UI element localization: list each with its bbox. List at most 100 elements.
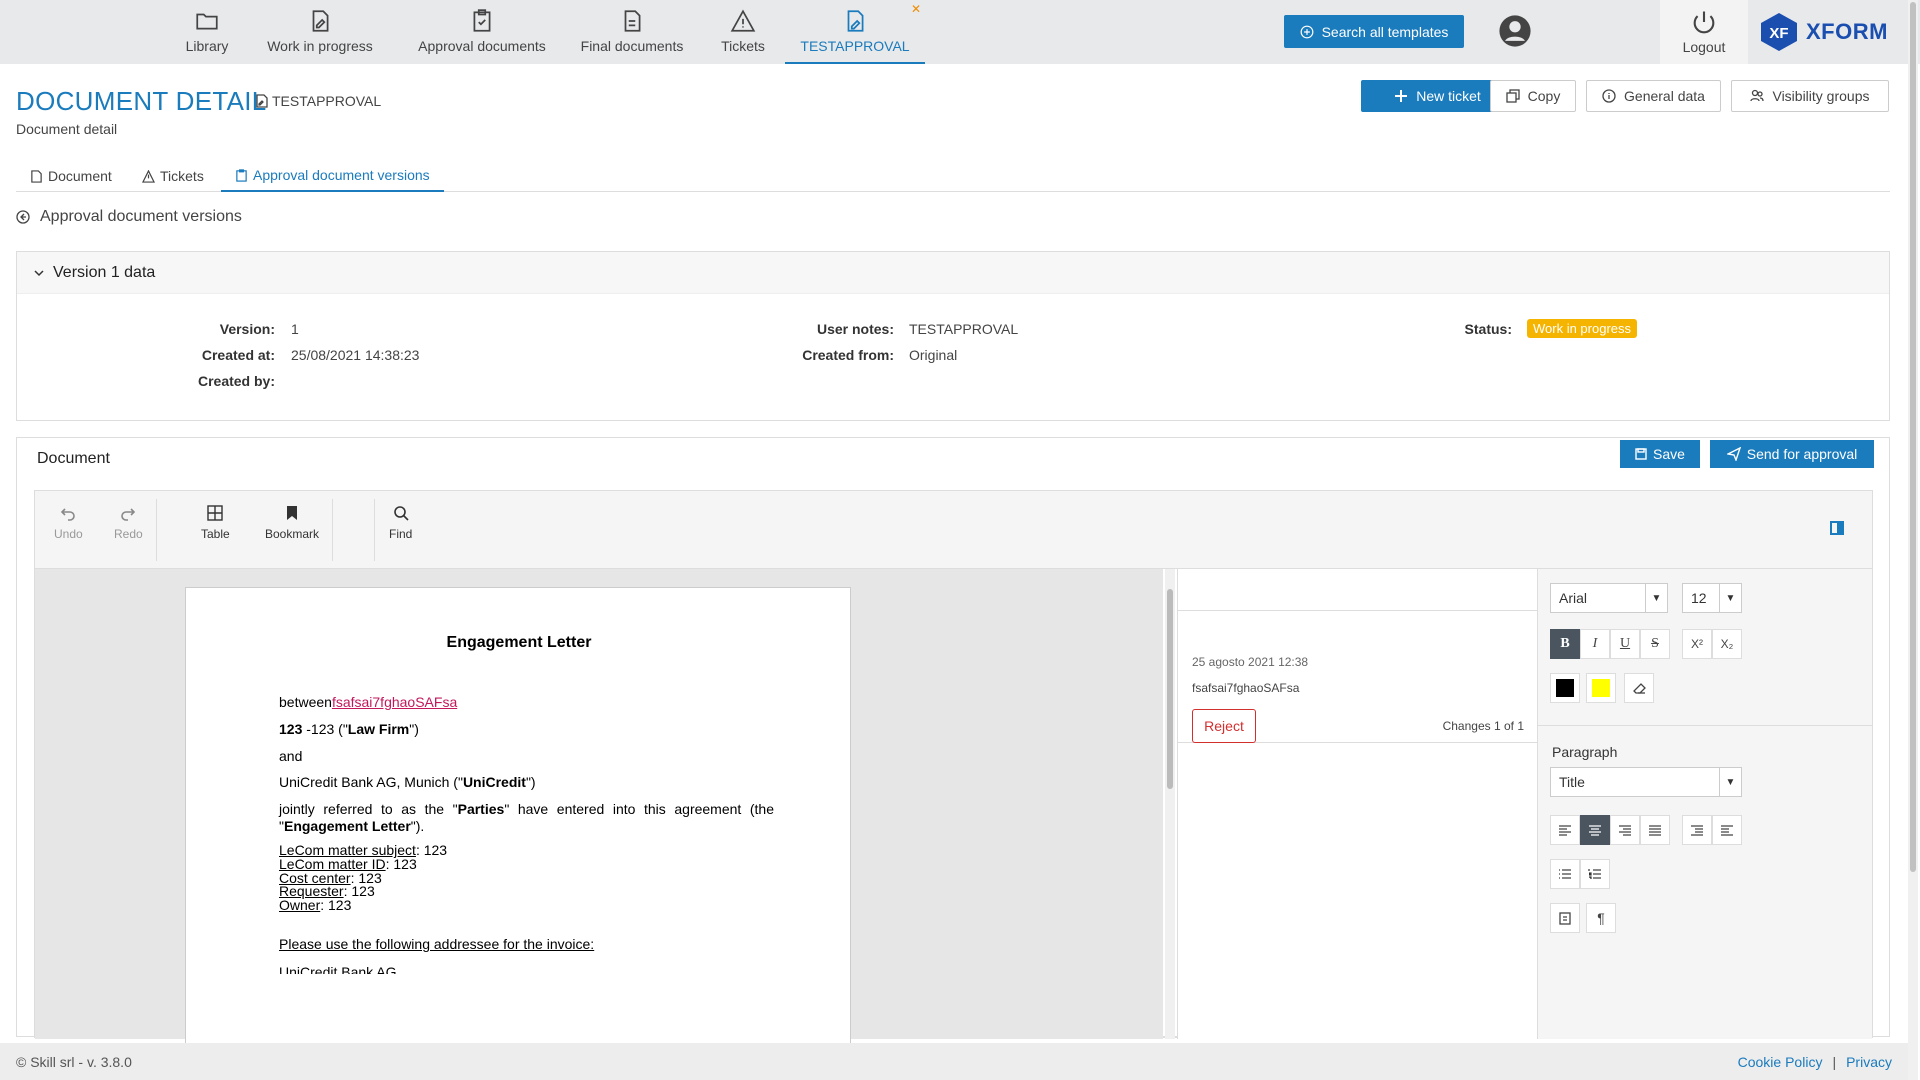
- nav-work-in-progress[interactable]: Work in progress: [263, 0, 377, 64]
- close-tab-icon[interactable]: ✕: [911, 2, 921, 16]
- highlight-color-swatch: [1592, 679, 1610, 697]
- canvas-scrollbar[interactable]: [1165, 569, 1175, 1039]
- footer: © Skill srl - v. 3.8.0 Cookie Policy | P…: [0, 1043, 1908, 1080]
- toggle-properties-pane-icon[interactable]: [1830, 521, 1844, 535]
- clear-format-button[interactable]: [1624, 673, 1654, 703]
- numbered-list-icon: [1588, 869, 1601, 879]
- document-panel-title: Document: [37, 450, 110, 467]
- font-family-select[interactable]: Arial ▼: [1550, 583, 1668, 613]
- page-subtitle: Document detail: [16, 121, 118, 137]
- table-button[interactable]: Table: [201, 505, 230, 541]
- paragraph-label: Paragraph: [1552, 744, 1618, 760]
- show-formatting-button[interactable]: ¶: [1586, 903, 1616, 933]
- numbered-list-button[interactable]: [1580, 859, 1610, 889]
- bookmark-icon: [287, 506, 298, 520]
- bullet-list-button[interactable]: [1550, 859, 1580, 889]
- indent-icon: [1721, 825, 1733, 836]
- warning-icon: [142, 169, 155, 183]
- change-card[interactable]: 25 agosto 2021 12:38 fsafsai7fghaoSAFsa …: [1178, 611, 1538, 743]
- strikethrough-button[interactable]: S: [1640, 629, 1670, 659]
- plus-circle-icon: [1300, 25, 1313, 38]
- format-properties-pane: Arial ▼ 12 ▼ B I U S X² X₂ Paragraph Tit…: [1537, 569, 1873, 1039]
- detail-tabs: Document Tickets Approval document versi…: [16, 160, 1890, 192]
- search-all-templates-button[interactable]: Search all templates: [1284, 15, 1464, 48]
- visibility-groups-button[interactable]: Visibility groups: [1731, 80, 1889, 112]
- nav-tickets[interactable]: Tickets: [718, 0, 768, 64]
- save-icon: [1635, 448, 1647, 460]
- document-panel: Document Save Send for approval Undo Red…: [16, 437, 1890, 1047]
- font-size-select[interactable]: 12 ▼: [1682, 583, 1742, 613]
- clipboard-icon: [236, 168, 247, 182]
- align-right-icon: [1619, 825, 1631, 836]
- paste-format-button[interactable]: [1550, 903, 1580, 933]
- document-name: TESTAPPROVAL: [256, 93, 381, 109]
- outdent-icon: [1691, 825, 1703, 836]
- chevron-down-icon: [34, 269, 44, 276]
- align-left-icon: [1559, 825, 1571, 836]
- tab-approval-document-versions[interactable]: Approval document versions: [221, 160, 444, 192]
- user-notes-value: TESTAPPROVAL: [909, 321, 1019, 337]
- align-center-button[interactable]: [1580, 815, 1610, 845]
- undo-button[interactable]: Undo: [54, 505, 83, 541]
- bookmark-button[interactable]: Bookmark: [265, 505, 319, 541]
- status-badge: Work in progress: [1527, 319, 1638, 338]
- chevron-down-icon: ▼: [1719, 768, 1741, 796]
- edit-document-icon: [312, 10, 329, 32]
- change-date: 25 agosto 2021 12:38: [1192, 655, 1309, 669]
- font-color-picker[interactable]: [1550, 673, 1580, 703]
- align-left-button[interactable]: [1550, 815, 1580, 845]
- save-button[interactable]: Save: [1620, 440, 1700, 468]
- tab-tickets[interactable]: Tickets: [128, 160, 218, 192]
- italic-button[interactable]: I: [1580, 629, 1610, 659]
- nav-testapproval[interactable]: TESTAPPROVAL ✕: [785, 0, 925, 64]
- align-center-icon: [1589, 825, 1601, 836]
- created-from-label: Created from:: [802, 347, 894, 363]
- justify-icon: [1649, 825, 1661, 836]
- nav-final-documents[interactable]: Final documents: [580, 0, 684, 64]
- tracked-insertion: fsafsai7fghaoSAFsa: [331, 694, 458, 710]
- info-icon: [1602, 89, 1616, 103]
- version-label: Version:: [219, 321, 275, 337]
- cookie-policy-link[interactable]: Cookie Policy: [1738, 1054, 1823, 1070]
- doc-and-line: and: [279, 748, 303, 764]
- track-changes-pane: 25 agosto 2021 12:38 fsafsai7fghaoSAFsa …: [1177, 569, 1538, 1039]
- decrease-indent-button[interactable]: [1682, 815, 1712, 845]
- general-data-button[interactable]: General data: [1586, 80, 1721, 112]
- privacy-link[interactable]: Privacy: [1846, 1054, 1892, 1070]
- created-at-value: 25/08/2021 14:38:23: [291, 347, 420, 363]
- user-avatar-icon[interactable]: [1498, 14, 1532, 48]
- document-canvas[interactable]: Engagement Letter betweenfsafsai7fghaoSA…: [35, 569, 1163, 1047]
- increase-indent-button[interactable]: [1712, 815, 1742, 845]
- copy-button[interactable]: Copy: [1490, 80, 1576, 112]
- logout-button[interactable]: Logout: [1660, 0, 1748, 64]
- document-page[interactable]: Engagement Letter betweenfsafsai7fghaoSA…: [185, 587, 851, 1047]
- version-panel-header[interactable]: Version 1 data: [17, 252, 1889, 294]
- align-right-button[interactable]: [1610, 815, 1640, 845]
- created-at-label: Created at:: [201, 347, 275, 363]
- change-text: fsafsai7fghaoSAFsa: [1192, 681, 1300, 695]
- subscript-button[interactable]: X₂: [1712, 629, 1742, 659]
- page-scrollbar[interactable]: [1908, 0, 1918, 1080]
- underline-button[interactable]: U: [1610, 629, 1640, 659]
- highlight-color-picker[interactable]: [1586, 673, 1616, 703]
- redo-button[interactable]: Redo: [114, 505, 143, 541]
- document-icon: [31, 169, 42, 183]
- back-to-versions[interactable]: Approval document versions: [16, 208, 242, 226]
- send-for-approval-button[interactable]: Send for approval: [1710, 440, 1874, 468]
- tab-document[interactable]: Document: [16, 160, 126, 192]
- superscript-button[interactable]: X²: [1682, 629, 1712, 659]
- doc-field-line: Owner: 123: [279, 897, 352, 913]
- reject-change-button[interactable]: Reject: [1192, 709, 1256, 743]
- folder-icon: [196, 13, 218, 30]
- search-icon: [393, 506, 409, 521]
- nav-approval-documents[interactable]: Approval documents: [410, 0, 554, 64]
- justify-button[interactable]: [1640, 815, 1670, 845]
- paragraph-style-select[interactable]: Title ▼: [1550, 767, 1742, 797]
- footer-separator: |: [1832, 1053, 1837, 1070]
- editor-toolbar: Undo Redo Table Bookmark Find: [35, 491, 1872, 569]
- final-document-icon: [624, 10, 641, 32]
- status-label: Status:: [1464, 321, 1512, 337]
- bold-button[interactable]: B: [1550, 629, 1580, 659]
- find-button[interactable]: Find: [389, 505, 412, 541]
- nav-library[interactable]: Library: [183, 0, 231, 64]
